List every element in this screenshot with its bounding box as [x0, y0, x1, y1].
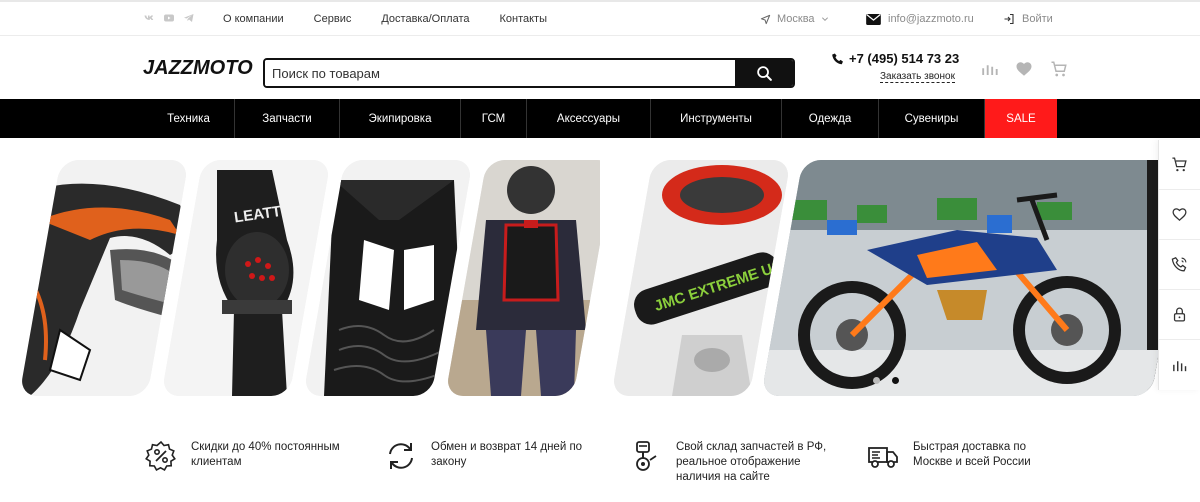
banner-panel-knee-brace: LEATT: [161, 160, 331, 396]
top-link-contacts[interactable]: Контакты: [499, 13, 547, 25]
banner-panel-helmet: [19, 160, 189, 396]
top-link-service[interactable]: Сервис: [314, 13, 352, 25]
sidebar-account[interactable]: [1159, 290, 1200, 340]
feature-exchange-text: Обмен и возврат 14 дней по закону: [431, 440, 582, 470]
location-arrow-icon: [760, 14, 771, 24]
feature-discount: Скидки до 40% постоянным клиентам: [145, 440, 340, 472]
cart-icon[interactable]: [1050, 60, 1068, 78]
header-icons: [980, 60, 1068, 78]
search-input[interactable]: [265, 60, 735, 86]
lock-icon: [1173, 307, 1186, 322]
feature-line: Свой склад запчастей в РФ,: [676, 441, 827, 453]
parts-image: JMC EXTREME USE ONLY: [612, 160, 791, 396]
nav-item-suveniry[interactable]: Сувениры: [879, 99, 985, 138]
discount-icon: [145, 440, 176, 471]
nav-item-sale[interactable]: SALE: [985, 99, 1057, 138]
email-link[interactable]: info@jazzmoto.ru: [866, 13, 974, 25]
sidebar-callback[interactable]: [1159, 240, 1200, 290]
city-selector[interactable]: Москва: [760, 13, 829, 25]
login-icon: [1004, 13, 1014, 25]
feature-warehouse: Свой склад запчастей в РФ, реальное отоб…: [630, 440, 826, 485]
email-text: info@jazzmoto.ru: [888, 13, 974, 25]
vk-icon[interactable]: [143, 12, 155, 24]
warehouse-icon: [636, 441, 657, 471]
nav-item-odezhda[interactable]: Одежда: [782, 99, 879, 138]
phone-text: +7 (495) 514 73 23: [849, 51, 960, 66]
site-logo[interactable]: JAZZMOTO: [143, 57, 253, 80]
feature-line: закону: [431, 456, 467, 468]
main-nav: Техника Запчасти Экипировка ГСМ Аксессуа…: [0, 99, 1200, 138]
top-bar: О компании Сервис Доставка/Оплата Контак…: [0, 0, 1200, 36]
rider-image: [446, 160, 600, 396]
helmet-image: [19, 160, 189, 396]
slider-dot-1[interactable]: [873, 377, 880, 384]
sidebar-favorites[interactable]: [1159, 190, 1200, 240]
feature-exchange: Обмен и возврат 14 дней по закону: [385, 440, 582, 472]
nav-item-gsm[interactable]: ГСМ: [461, 99, 527, 138]
youtube-icon[interactable]: [163, 12, 175, 24]
callback-link[interactable]: Заказать звонок: [880, 71, 955, 83]
feature-line: наличия на сайте: [676, 471, 770, 483]
feature-delivery-text: Быстрая доставка по Москве и всей России: [913, 440, 1031, 470]
feature-line: Быстрая доставка по: [913, 441, 1027, 453]
nav-item-tekhnika[interactable]: Техника: [143, 99, 235, 138]
social-links: [143, 12, 195, 24]
compare-icon[interactable]: [980, 60, 998, 78]
city-label: Москва: [777, 13, 815, 25]
banner-panel-parts: JMC EXTREME USE ONLY: [611, 160, 791, 396]
search-icon: [756, 65, 772, 81]
feature-line: клиентам: [191, 456, 242, 468]
phone-icon: [832, 52, 843, 64]
chevron-down-icon: [821, 17, 828, 22]
banner-panel-rider: [445, 160, 600, 396]
slider-dots: [873, 377, 899, 384]
login-text: Войти: [1022, 13, 1053, 25]
banner-panel-armor: [303, 160, 473, 396]
banner-panel-bikes: [761, 160, 1158, 396]
exchange-icon: [389, 443, 413, 469]
phone-number[interactable]: +7 (495) 514 73 23: [831, 51, 959, 66]
telegram-icon[interactable]: [183, 12, 195, 24]
feature-line: Обмен и возврат 14 дней по: [431, 441, 583, 453]
slider-dot-2[interactable]: [892, 377, 899, 384]
feature-line: Скидки до 40% постоянным: [191, 441, 340, 453]
login-link[interactable]: Войти: [1003, 13, 1053, 25]
search-button[interactable]: [735, 60, 793, 86]
sidebar-cart[interactable]: [1159, 140, 1200, 190]
nav-item-instrumenty[interactable]: Инструменты: [651, 99, 782, 138]
heart-icon: [1172, 208, 1187, 222]
top-link-delivery[interactable]: Доставка/Оплата: [381, 13, 469, 25]
compare-icon: [1173, 360, 1187, 371]
feature-warehouse-text: Свой склад запчастей в РФ, реальное отоб…: [676, 440, 826, 485]
nav-item-zapchasti[interactable]: Запчасти: [235, 99, 340, 138]
cart-icon: [1172, 157, 1187, 172]
banner-equipment[interactable]: LEATT: [0, 160, 600, 396]
floating-sidebar: [1158, 140, 1200, 390]
feature-discount-text: Скидки до 40% постоянным клиентам: [191, 440, 340, 470]
top-links: О компании Сервис Доставка/Оплата Контак…: [223, 13, 577, 25]
knee-brace-image: LEATT: [162, 160, 331, 396]
armor-image: [304, 160, 473, 396]
phone-icon: [1171, 256, 1187, 272]
feature-delivery: Быстрая доставка по Москве и всей России: [867, 440, 1031, 472]
nav-item-ekipirovka[interactable]: Экипировка: [340, 99, 461, 138]
heart-icon[interactable]: [1015, 60, 1033, 78]
top-link-about[interactable]: О компании: [223, 13, 284, 25]
features-row: Скидки до 40% постоянным клиентам Обмен …: [145, 440, 1045, 490]
banner-parts[interactable]: JMC EXTREME USE ONLY: [610, 160, 1158, 396]
sidebar-compare[interactable]: [1159, 340, 1200, 390]
envelope-icon: [866, 13, 881, 25]
search-bar: [263, 58, 795, 88]
feature-line: Москве и всей России: [913, 456, 1031, 468]
bikes-image: [761, 160, 1158, 396]
nav-item-aksessuary[interactable]: Аксессуары: [527, 99, 651, 138]
feature-line: реальное отображение: [676, 456, 801, 468]
delivery-truck-icon: [868, 447, 898, 468]
